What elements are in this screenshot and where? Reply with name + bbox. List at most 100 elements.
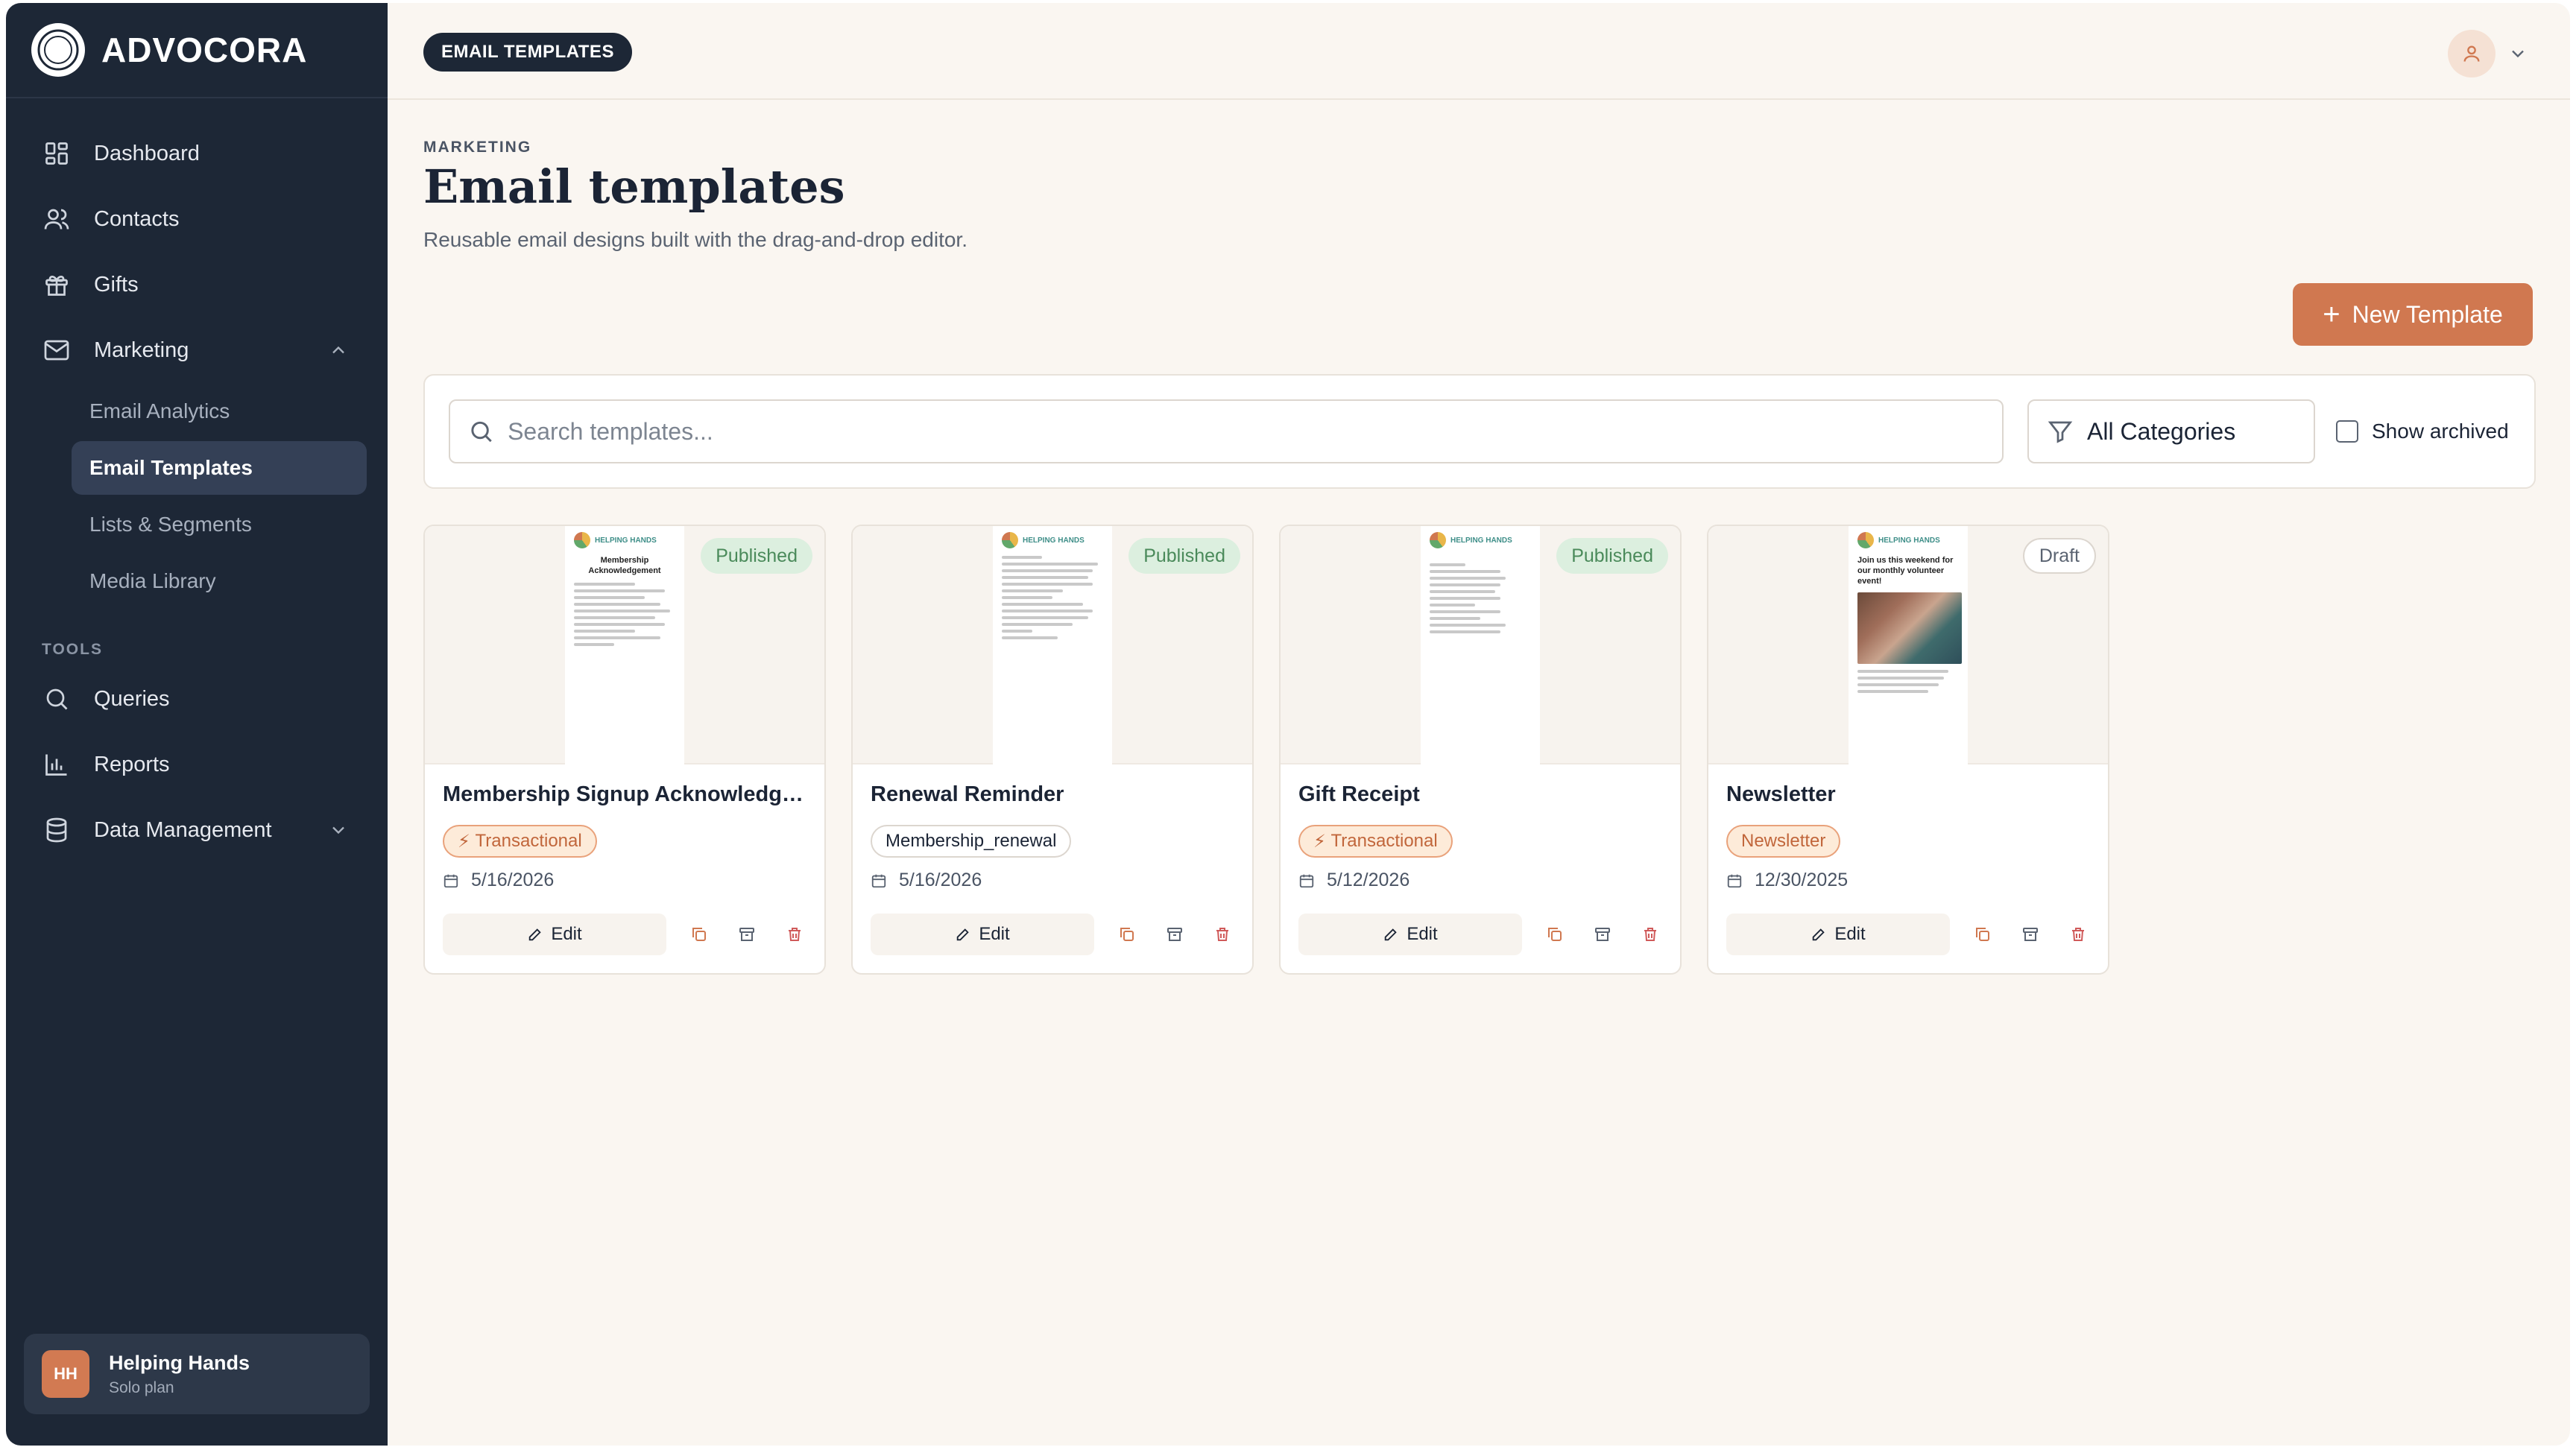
status-badge: Published	[701, 538, 812, 574]
search-icon	[42, 684, 72, 714]
dashboard-icon	[42, 139, 72, 168]
sidebar-item-marketing[interactable]: Marketing	[6, 317, 388, 383]
email-preview-doc: HELPING HANDS	[993, 526, 1112, 764]
template-date: 5/16/2026	[443, 870, 806, 891]
sidebar-item-email-analytics[interactable]: Email Analytics	[72, 384, 367, 438]
main-nav: Dashboard Contacts Gifts Marketing Email…	[6, 98, 388, 863]
archive-icon[interactable]	[2015, 919, 2045, 949]
search-icon	[471, 421, 492, 443]
user-menu[interactable]	[2448, 30, 2528, 77]
sidebar-item-queries[interactable]: Queries	[6, 666, 388, 732]
show-archived-checkbox[interactable]	[2336, 420, 2358, 443]
template-title[interactable]: Newsletter	[1726, 782, 2090, 807]
template-date: 12/30/2025	[1726, 870, 2090, 891]
preview-image	[1857, 592, 1962, 665]
category-select[interactable]: All Categories	[2027, 399, 2315, 463]
search-input[interactable]	[508, 417, 2002, 446]
duplicate-icon[interactable]	[684, 919, 714, 949]
edit-icon	[529, 928, 542, 941]
delete-icon[interactable]	[1208, 919, 1237, 949]
edit-button[interactable]: Edit	[871, 914, 1094, 955]
sidebar-item-lists-segments[interactable]: Lists & Segments	[72, 498, 367, 551]
template-card[interactable]: HELPING HANDS Published Renewal Reminder…	[851, 525, 1254, 975]
template-date: 5/16/2026	[871, 870, 1234, 891]
calendar-icon	[1299, 874, 1314, 887]
category-tag: ⚡ Transactional	[443, 825, 597, 858]
delete-icon[interactable]	[1635, 919, 1665, 949]
filter-icon	[2048, 421, 2073, 443]
filter-bar: All Categories Show archived	[423, 374, 2536, 489]
page-eyebrow: MARKETING	[423, 139, 532, 156]
template-card[interactable]: HELPING HANDS Membership Acknowledgement…	[423, 525, 826, 975]
edit-button[interactable]: Edit	[1298, 914, 1522, 955]
template-title[interactable]: Membership Signup Acknowledgme...	[443, 782, 806, 807]
template-preview[interactable]: HELPING HANDS Published	[853, 526, 1252, 764]
duplicate-icon[interactable]	[1112, 919, 1142, 949]
org-plan: Solo plan	[109, 1378, 174, 1396]
chevron-down-icon[interactable]	[328, 820, 349, 840]
avatar[interactable]	[2448, 30, 2496, 77]
chevron-up-icon[interactable]	[328, 340, 349, 361]
sidebar-item-media-library[interactable]: Media Library	[72, 554, 367, 608]
main-content: EMAIL TEMPLATES MARKETING Email template…	[388, 3, 2570, 1446]
duplicate-icon[interactable]	[1968, 919, 1998, 949]
template-preview[interactable]: HELPING HANDS Published	[1281, 526, 1680, 764]
template-date: 5/12/2026	[1298, 870, 1662, 891]
archive-icon[interactable]	[1588, 919, 1617, 949]
archive-icon[interactable]	[1160, 919, 1190, 949]
edit-button[interactable]: Edit	[1726, 914, 1950, 955]
new-template-label: New Template	[2352, 300, 2503, 328]
sidebar-item-data-management[interactable]: Data Management	[6, 797, 388, 863]
helping-hands-logo: HELPING HANDS	[1857, 532, 1959, 548]
edit-button[interactable]: Edit	[443, 914, 666, 955]
delete-icon[interactable]	[2063, 919, 2093, 949]
sidebar: ADVOCORA Dashboard Contacts Gifts Market…	[6, 3, 388, 1446]
search-field[interactable]	[449, 399, 2004, 463]
sidebar-item-dashboard[interactable]: Dashboard	[6, 121, 388, 186]
sidebar-item-label: Data Management	[94, 817, 272, 842]
preview-heading: Membership Acknowledgement	[588, 556, 661, 575]
template-card[interactable]: HELPING HANDS Published Gift Receipt ⚡ T…	[1279, 525, 1682, 975]
org-name: Helping Hands	[109, 1351, 250, 1374]
email-preview-doc: HELPING HANDS Membership Acknowledgement	[565, 526, 684, 764]
delete-icon[interactable]	[780, 919, 809, 949]
sidebar-item-label: Dashboard	[94, 141, 200, 165]
new-template-button[interactable]: + New Template	[2293, 283, 2533, 346]
org-switcher[interactable]: HH Helping Hands Solo plan	[24, 1334, 370, 1414]
template-preview[interactable]: HELPING HANDS Membership Acknowledgement…	[425, 526, 824, 764]
sidebar-item-email-templates[interactable]: Email Templates	[72, 441, 367, 495]
sidebar-item-reports[interactable]: Reports	[6, 732, 388, 797]
brand[interactable]: ADVOCORA	[6, 3, 388, 98]
category-tag: Newsletter	[1726, 825, 1841, 858]
email-preview-doc: HELPING HANDS	[1421, 526, 1540, 764]
users-icon	[42, 204, 72, 234]
calendar-icon	[1727, 874, 1742, 887]
template-card[interactable]: HELPING HANDS Join us this weekend for o…	[1707, 525, 2109, 975]
calendar-icon	[443, 874, 458, 887]
template-preview[interactable]: HELPING HANDS Join us this weekend for o…	[1708, 526, 2108, 764]
mail-icon	[42, 335, 72, 365]
sidebar-item-label: Queries	[94, 686, 170, 711]
template-title[interactable]: Renewal Reminder	[871, 782, 1234, 807]
page-description: Reusable email designs built with the dr…	[423, 228, 967, 251]
template-title[interactable]: Gift Receipt	[1298, 782, 1662, 807]
gift-icon	[42, 270, 72, 300]
sidebar-item-gifts[interactable]: Gifts	[6, 252, 388, 317]
archive-icon[interactable]	[732, 919, 762, 949]
edit-icon	[1385, 928, 1398, 941]
show-archived-toggle[interactable]: Show archived	[2336, 399, 2509, 463]
sidebar-item-contacts[interactable]: Contacts	[6, 186, 388, 252]
helping-hands-logo: HELPING HANDS	[1002, 532, 1103, 548]
category-tag: Membership_renewal	[871, 825, 1072, 858]
helping-hands-logo: HELPING HANDS	[1430, 532, 1531, 548]
status-badge: Draft	[2022, 538, 2096, 574]
preview-heading: Join us this weekend for our monthly vol…	[1857, 556, 1954, 586]
duplicate-icon[interactable]	[1540, 919, 1570, 949]
status-badge: Published	[1128, 538, 1240, 574]
bar-chart-icon	[42, 750, 72, 779]
plus-icon: +	[2323, 297, 2340, 331]
show-archived-label: Show archived	[2372, 420, 2509, 443]
user-icon	[2463, 45, 2480, 62]
sidebar-item-label: Gifts	[94, 272, 139, 297]
chevron-down-icon[interactable]	[2507, 43, 2528, 64]
